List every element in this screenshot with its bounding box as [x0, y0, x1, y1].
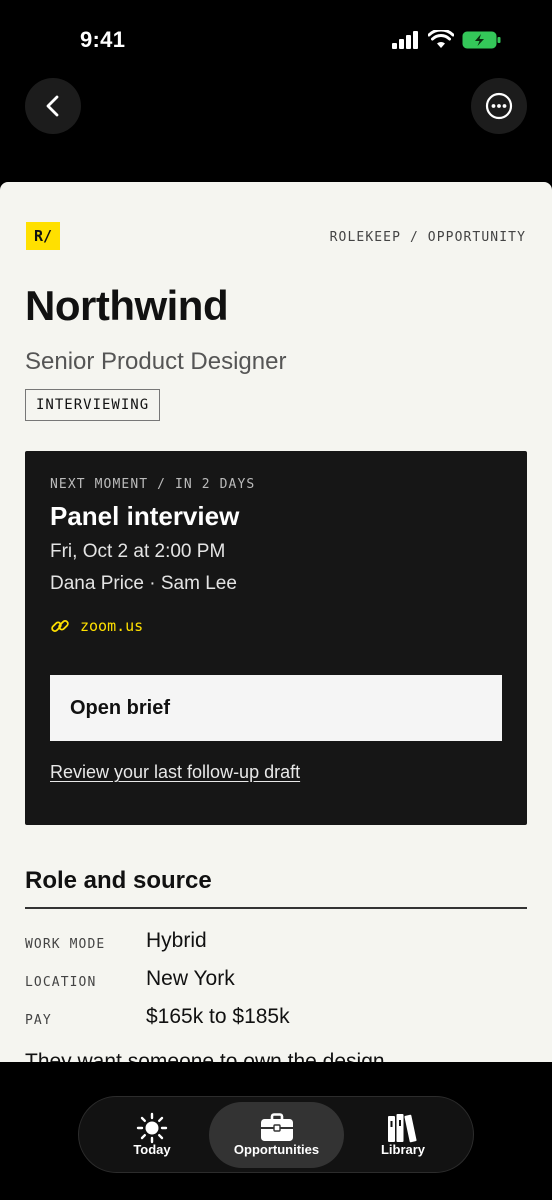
status-badge: INTERVIEWING — [25, 389, 161, 421]
briefcase-icon — [260, 1113, 293, 1141]
section-divider — [25, 907, 527, 909]
detail-value: Hybrid — [146, 929, 207, 952]
company-name: Northwind — [25, 282, 229, 329]
next-moment-title: Panel interview — [50, 501, 240, 531]
opportunity-sheet: R/ ROLEKEEP / OPPORTUNITY Northwind Seni… — [0, 182, 552, 1062]
link-icon — [51, 620, 69, 632]
open-brief-button[interactable]: Open brief — [50, 675, 502, 741]
next-moment-datetime: Fri, Oct 2 at 2:00 PM — [50, 541, 226, 562]
meeting-link[interactable]: zoom.us — [50, 616, 143, 636]
battery-charging-icon — [462, 31, 501, 49]
next-moment-label: NEXT MOMENT / IN 2 DAYS — [50, 477, 256, 492]
detail-key: PAY — [25, 1013, 52, 1028]
detail-key: LOCATION — [25, 975, 97, 990]
meeting-link-text: zoom.us — [80, 617, 144, 635]
more-options-button[interactable] — [471, 78, 527, 134]
sun-icon — [136, 1112, 168, 1144]
wifi-icon — [428, 30, 454, 48]
back-button[interactable] — [25, 78, 81, 134]
role-description: They want someone to own the design — [25, 1050, 385, 1062]
rolekeep-logo: R/ — [26, 222, 60, 250]
tab-library[interactable]: Library — [355, 1102, 451, 1168]
chevron-left-icon — [46, 95, 59, 117]
role-source-heading: Role and source — [25, 867, 212, 894]
status-time: 9:41 — [80, 27, 126, 52]
tab-label: Opportunities — [233, 1142, 320, 1157]
breadcrumb: ROLEKEEP / OPPORTUNITY — [329, 230, 526, 245]
detail-value: New York — [146, 967, 235, 990]
next-moment-card: NEXT MOMENT / IN 2 DAYS Panel interview … — [25, 451, 527, 825]
review-follow-up-link[interactable]: Review your last follow-up draft — [50, 762, 300, 783]
status-icons — [392, 30, 502, 50]
detail-row-pay: PAY $165k to $185k — [25, 1005, 527, 1035]
status-bar: 9:41 — [0, 0, 552, 80]
detail-row-work-mode: WORK MODE Hybrid — [25, 929, 527, 959]
detail-row-location: LOCATION New York — [25, 967, 527, 997]
tab-today[interactable]: Today — [103, 1102, 201, 1168]
tab-label: Today — [133, 1142, 171, 1157]
role-title: Senior Product Designer — [25, 348, 287, 375]
tab-bar: Today Opportunities Library — [78, 1096, 474, 1173]
books-icon — [388, 1114, 417, 1143]
tab-label: Library — [380, 1142, 426, 1157]
detail-value: $165k to $185k — [146, 1005, 290, 1028]
signal-icon — [392, 31, 418, 49]
ellipsis-circle-icon — [485, 92, 513, 120]
detail-key: WORK MODE — [25, 937, 106, 952]
next-moment-attendees: Dana Price · Sam Lee — [50, 573, 237, 594]
tab-opportunities[interactable]: Opportunities — [209, 1102, 344, 1168]
